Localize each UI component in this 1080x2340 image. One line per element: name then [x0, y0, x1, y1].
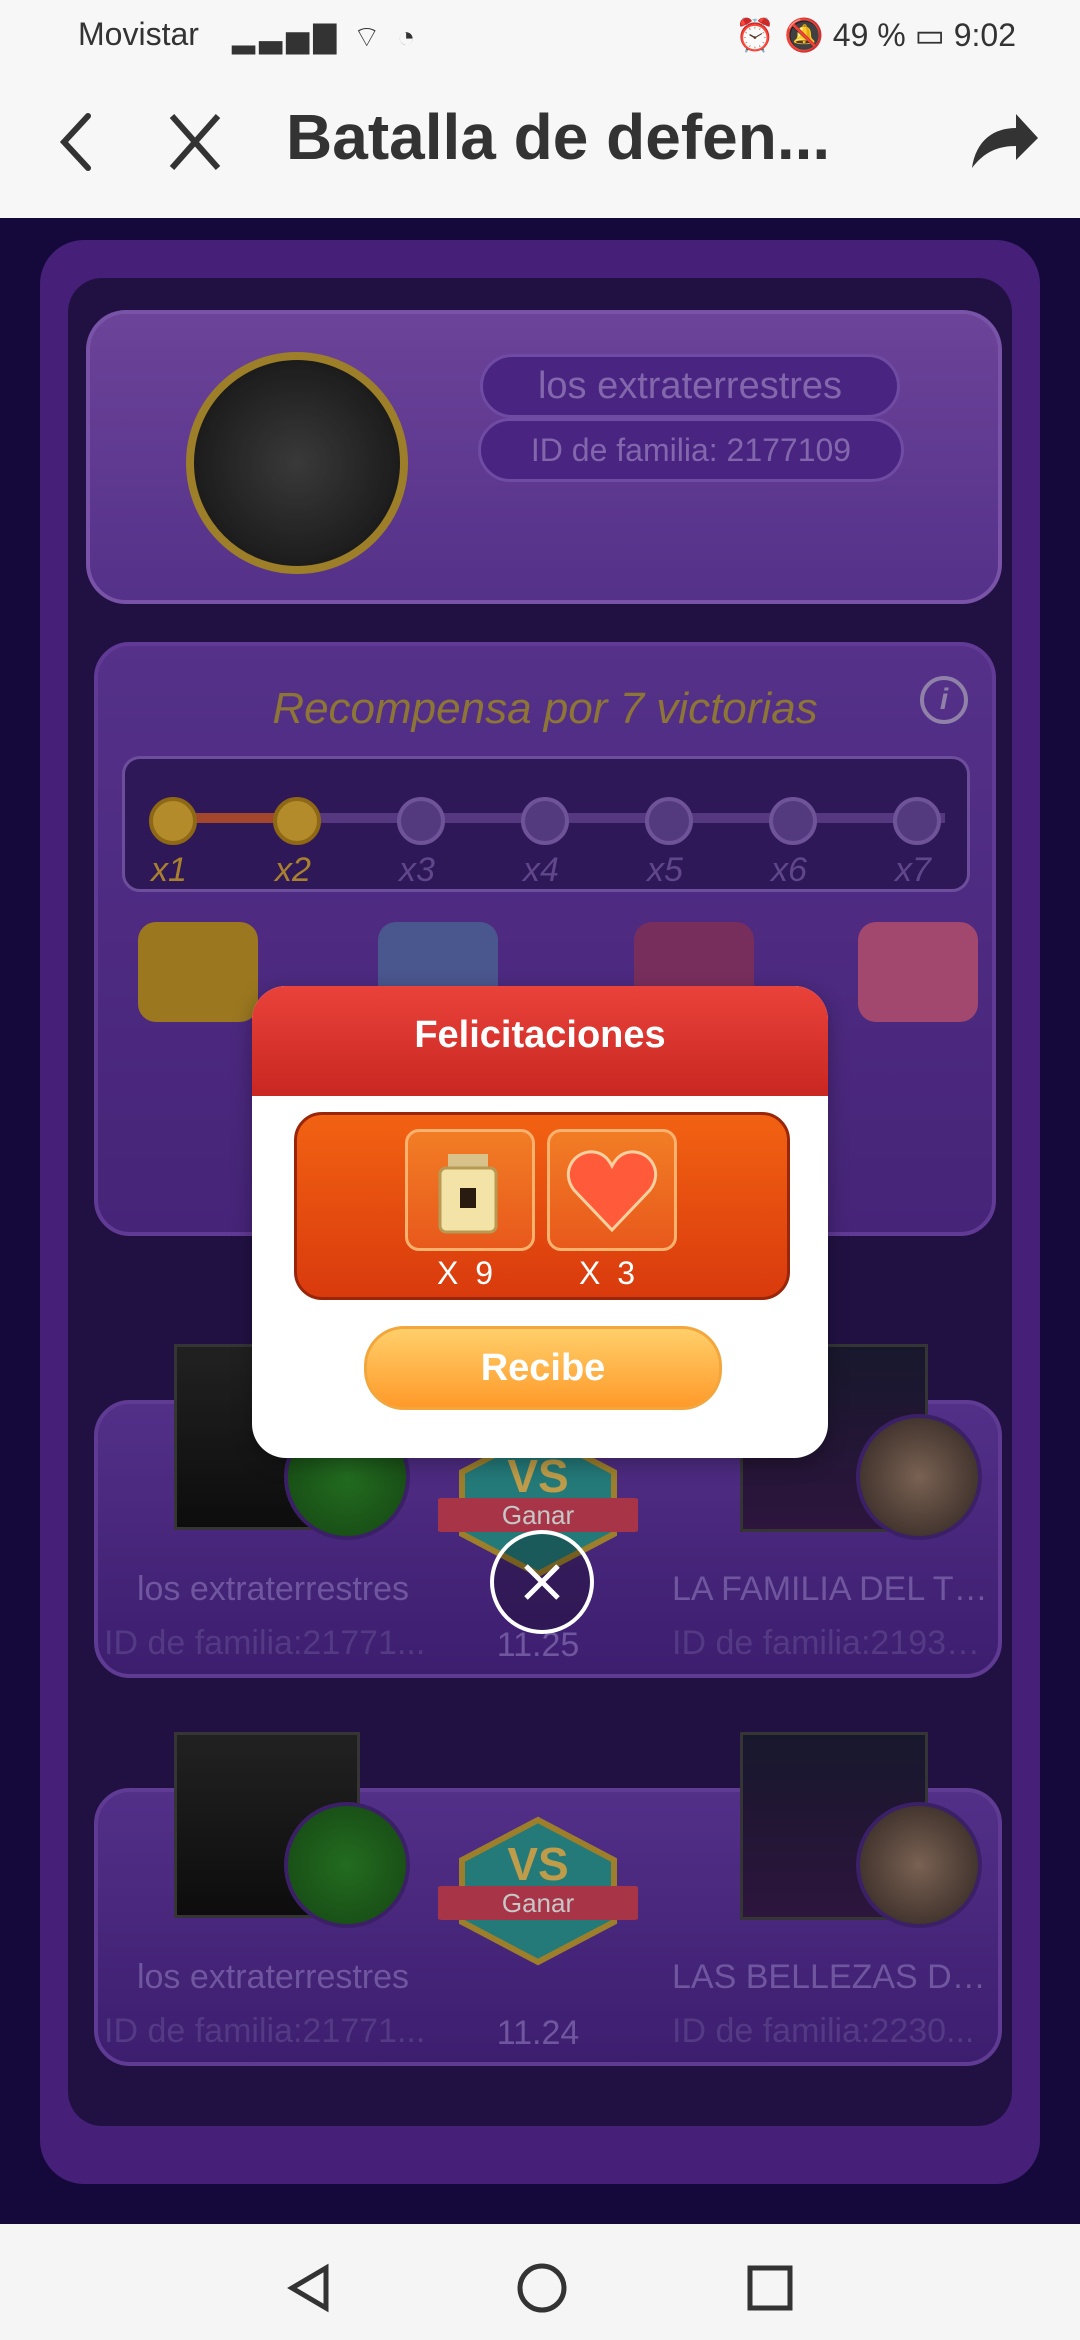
receive-button[interactable]: Recibe — [364, 1326, 722, 1410]
item-qty: X 3 — [578, 1255, 640, 1291]
nav-recents-icon[interactable] — [744, 2262, 796, 2314]
page-title: Batalla de defen... — [286, 101, 831, 173]
close-icon[interactable] — [160, 102, 230, 182]
perfume-icon — [405, 1129, 535, 1251]
share-icon[interactable] — [962, 102, 1042, 182]
heart-gem-icon — [547, 1129, 677, 1251]
back-arrow-icon[interactable] — [50, 102, 110, 182]
reward-items-tray: X 9 X 3 — [294, 1112, 790, 1300]
system-nav-bar — [0, 2224, 1080, 2340]
reward-modal: Felicitaciones X 9 X 3 Recibe — [252, 986, 828, 1458]
signal-wifi-icons: ▂▃▅▇ ⌔ ◔ — [232, 21, 420, 54]
app-bar: Batalla de defen... — [0, 72, 1080, 218]
modal-close-icon[interactable] — [490, 1530, 594, 1634]
status-right: ⏰ 🔕 49 % ▭ 9:02 — [735, 17, 1016, 53]
carrier-name: Movistar — [78, 16, 199, 52]
modal-title: Felicitaciones — [414, 1014, 666, 1056]
item-qty: X 9 — [436, 1255, 498, 1291]
nav-home-icon[interactable] — [514, 2260, 570, 2316]
nav-back-icon[interactable] — [282, 2262, 334, 2314]
modal-header: Felicitaciones — [252, 986, 828, 1096]
status-bar: Movistar ▂▃▅▇ ⌔ ◔ ⏰ 🔕 49 % ▭ 9:02 — [0, 0, 1080, 72]
